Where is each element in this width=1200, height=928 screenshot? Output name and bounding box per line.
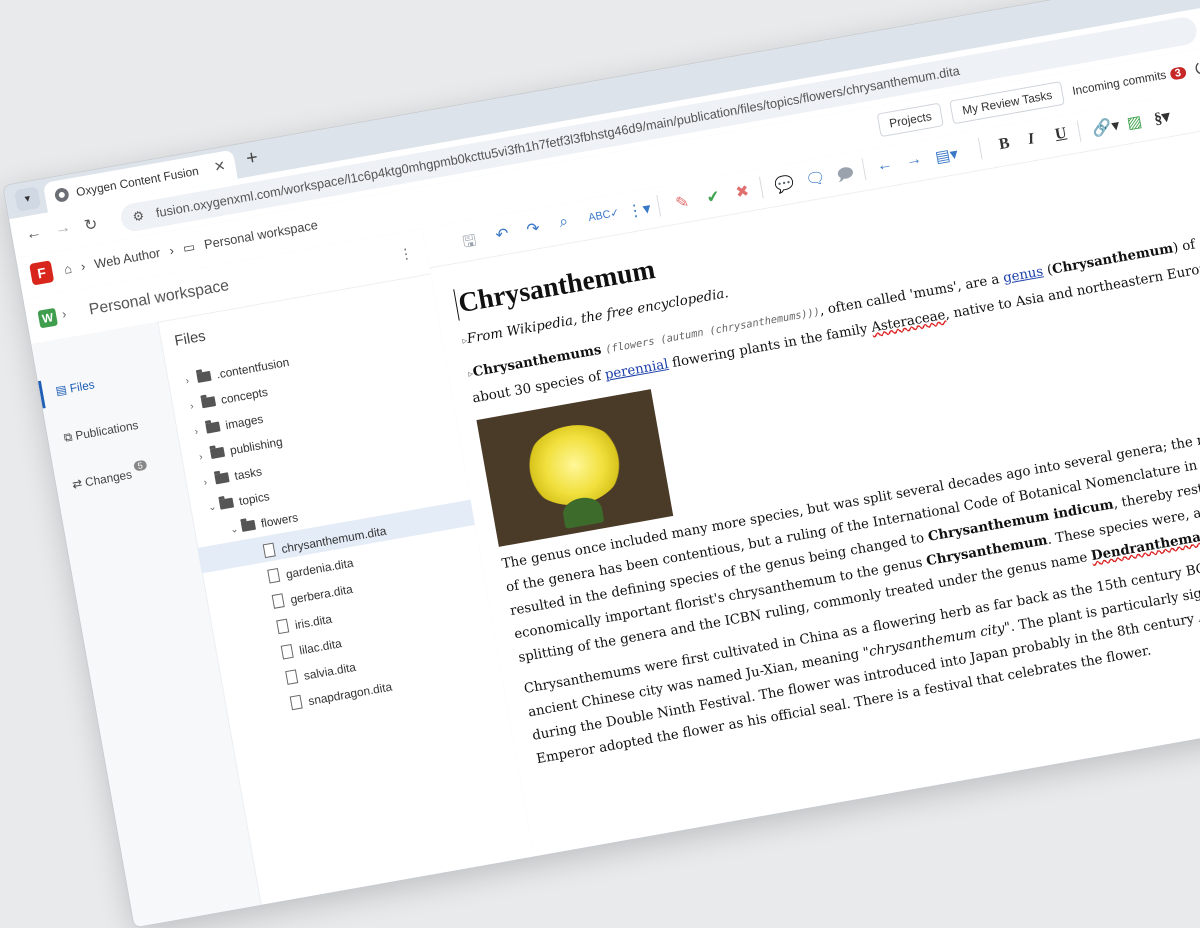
rail-publications-label: Publications — [74, 417, 140, 443]
tree-label: publishing — [228, 434, 284, 458]
fusion-logo-icon[interactable]: F — [29, 260, 55, 286]
redo-icon[interactable]: ↷ — [525, 218, 541, 240]
home-icon[interactable]: ⌂ — [63, 261, 73, 277]
tab-search-button[interactable]: ▾ — [14, 186, 42, 212]
rail-changes-label: Changes — [84, 467, 133, 490]
link-perennial[interactable]: perennial — [604, 356, 670, 383]
new-tab-button[interactable]: + — [244, 146, 259, 170]
save-icon[interactable]: 🖫 — [461, 229, 479, 258]
track-changes-icon[interactable]: ✎ — [674, 192, 690, 214]
more-options-icon[interactable]: ⋮ — [398, 245, 414, 264]
folder-icon — [214, 472, 230, 485]
more-actions-icon[interactable]: ⋮▾ — [626, 198, 653, 222]
add-comment-icon[interactable]: 💬 — [773, 173, 796, 196]
edit-comment-icon[interactable]: 🗨 — [804, 167, 827, 190]
incoming-commits-badge: 3 — [1169, 66, 1187, 81]
back-icon[interactable]: ← — [25, 224, 44, 244]
active-indicator — [37, 380, 46, 409]
toolbar-separator — [977, 137, 983, 160]
find-icon[interactable]: ⌕ — [558, 213, 570, 232]
chevron-right-icon: › — [168, 242, 175, 259]
file-icon — [271, 593, 285, 609]
image-icon[interactable]: ▨ — [1125, 111, 1144, 133]
review-menu-icon[interactable]: ▤▾ — [934, 144, 960, 167]
folder-icon — [240, 519, 257, 532]
file-icon — [276, 618, 290, 635]
tree-label: images — [224, 411, 265, 433]
tree-label: snapdragon.dita — [307, 679, 394, 709]
file-icon — [280, 643, 294, 660]
rail-files-label: Files — [68, 377, 96, 396]
toolbar-separator — [656, 194, 662, 217]
chrysanthemum-image[interactable] — [476, 389, 674, 547]
browser-window: ▾ Oxygen Content Fusion ✕ + ← → ↻ ⚙ fusi… — [2, 0, 1200, 928]
review-tasks-label: My Review Tasks — [961, 87, 1054, 118]
folder-icon — [218, 497, 235, 510]
link-genus[interactable]: genus — [1002, 264, 1044, 287]
rail-changes[interactable]: ⇄ Changes 5 — [71, 459, 149, 492]
laptop-icon: ▭ — [181, 238, 197, 256]
logout-icon[interactable]: ⏻ — [1193, 57, 1200, 80]
next-change-icon[interactable]: → — [905, 150, 924, 170]
chevron-right-icon: › — [60, 306, 68, 322]
link-icon[interactable]: 🔗▾ — [1091, 115, 1122, 139]
previous-change-icon[interactable]: ← — [876, 155, 895, 175]
italic-button[interactable]: I — [1027, 130, 1036, 149]
incoming-commits[interactable]: Incoming commits 3 — [1071, 64, 1187, 98]
file-icon — [289, 694, 303, 711]
undo-icon[interactable]: ↶ — [494, 224, 510, 246]
folder-icon — [205, 421, 221, 434]
favicon-icon — [53, 186, 70, 203]
forward-icon[interactable]: → — [54, 219, 73, 239]
crumb-web-author[interactable]: Web Author — [93, 245, 161, 271]
tree-label: topics — [237, 489, 271, 509]
underline-button[interactable]: U — [1054, 125, 1068, 145]
misspelled-asteraceae[interactable]: Asteraceae — [870, 307, 947, 336]
projects-button[interactable]: Projects — [876, 102, 945, 138]
files-heading: Files — [173, 327, 207, 350]
section-icon[interactable]: §▾ — [1153, 106, 1172, 128]
toolbar-separator — [758, 176, 764, 199]
folder-icon — [200, 396, 217, 409]
toolbar-separator — [1076, 120, 1082, 142]
file-icon — [285, 669, 299, 685]
tree-label: tasks — [233, 464, 263, 483]
folder-icon — [209, 446, 226, 460]
chevron-right-icon: › — [79, 258, 87, 274]
tree-label: concepts — [219, 384, 269, 407]
crumb-workspace[interactable]: Personal workspace — [203, 217, 319, 252]
accept-change-icon[interactable]: ✔ — [705, 186, 721, 208]
spellcheck-icon[interactable]: ABC✓ — [587, 206, 620, 224]
incoming-commits-label: Incoming commits — [1071, 67, 1168, 98]
file-icon — [267, 567, 281, 584]
file-icon — [262, 542, 276, 559]
folder-icon — [196, 370, 212, 383]
reject-change-icon[interactable]: ✖ — [734, 181, 750, 203]
rail-files[interactable]: ▤ Files — [54, 377, 95, 398]
reload-icon[interactable]: ↻ — [83, 214, 99, 236]
workspace-w-icon: W — [37, 307, 58, 329]
rail-publications[interactable]: ⧉ Publications — [63, 418, 140, 446]
projects-label: Projects — [888, 109, 933, 131]
tree-label: flowers — [259, 510, 300, 531]
toolbar-separator — [861, 158, 867, 181]
site-info-icon[interactable]: ⚙ — [131, 208, 145, 226]
flower-shape — [518, 417, 630, 513]
close-tab-icon[interactable]: ✕ — [213, 157, 227, 176]
remove-comment-icon[interactable]: 🗩 — [835, 162, 857, 191]
bold-button[interactable]: B — [998, 135, 1011, 154]
changes-badge: 5 — [132, 459, 148, 472]
